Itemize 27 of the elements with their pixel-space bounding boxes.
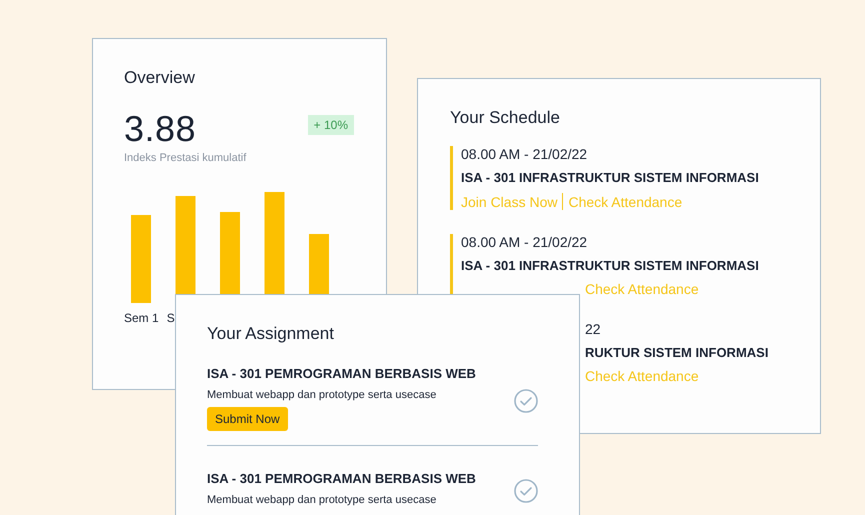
schedule-time: 08.00 AM - 21/02/22 bbox=[461, 146, 588, 162]
course-name: ISA - 301 INFRASTRUKTUR SISTEM INFORMASI bbox=[461, 170, 759, 185]
check-attendance-link[interactable]: Check Attendance bbox=[585, 281, 699, 297]
course-name: RUKTUR SISTEM INFORMASI bbox=[585, 345, 768, 360]
check-attendance-link[interactable]: Check Attendance bbox=[568, 194, 682, 210]
schedule-time: 22 bbox=[585, 321, 602, 337]
check-attendance-link[interactable]: Check Attendance bbox=[585, 368, 699, 384]
card-title: Overview bbox=[124, 68, 196, 88]
assignment-description: Membuat webapp dan prototype serta usecase bbox=[207, 389, 438, 401]
assignment-description: Membuat webapp dan prototype serta usecase bbox=[207, 494, 438, 506]
bar-label: S bbox=[166, 311, 175, 325]
bar-label: Sem 1 bbox=[124, 311, 159, 325]
gpa-caption: Indeks Prestasi kumulatif bbox=[124, 152, 248, 164]
assignment-course: ISA - 301 PEMROGRAMAN BERBASIS WEB bbox=[207, 366, 476, 381]
card-title: Your Assignment bbox=[207, 324, 335, 344]
check-circle-icon bbox=[514, 388, 538, 412]
submit-button[interactable]: Submit Now bbox=[207, 407, 288, 431]
gpa-value: 3.88 bbox=[124, 108, 196, 150]
card-title: Your Schedule bbox=[450, 108, 561, 128]
change-badge: + 10% bbox=[308, 115, 354, 135]
course-name: ISA - 301 INFRASTRUKTUR SISTEM INFORMASI bbox=[461, 258, 759, 273]
check-circle-icon bbox=[514, 478, 538, 502]
join-class-link[interactable]: Join Class Now bbox=[461, 194, 558, 210]
assignment-course: ISA - 301 PEMROGRAMAN BERBASIS WEB bbox=[207, 471, 476, 486]
schedule-time: 08.00 AM - 21/02/22 bbox=[461, 234, 588, 250]
schedule-accent-bar bbox=[450, 146, 453, 210]
schedule-accent-bar bbox=[450, 234, 453, 297]
